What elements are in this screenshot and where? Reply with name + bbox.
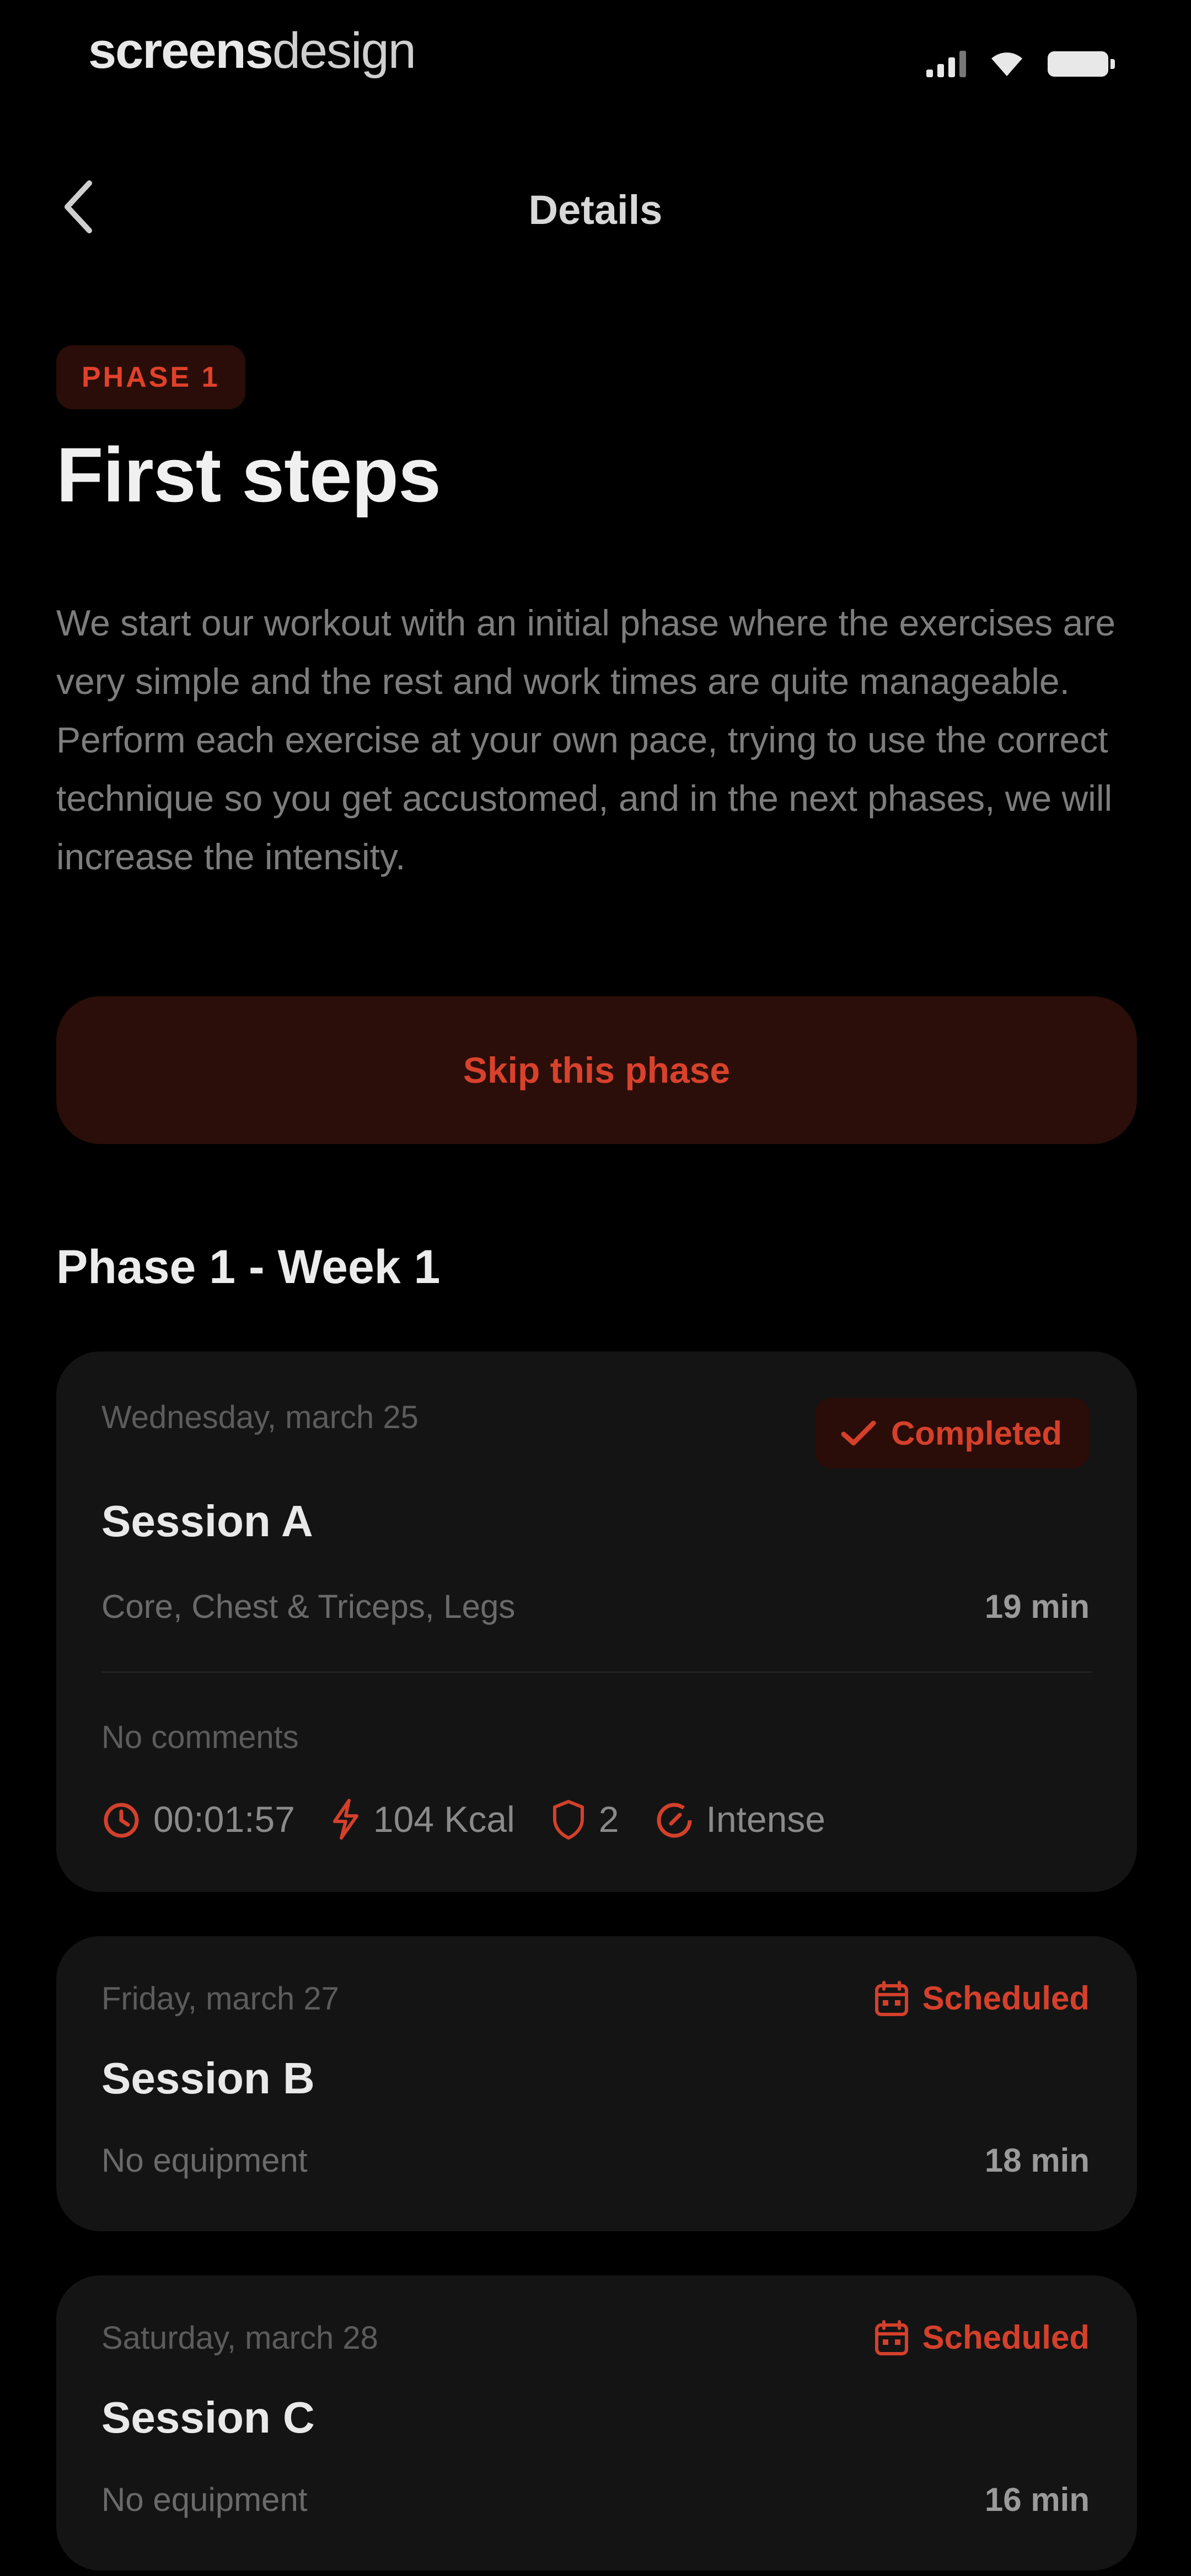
status-badge: Scheduled: [874, 1979, 1090, 2017]
phase-title: First steps: [56, 431, 441, 518]
status-label: Scheduled: [922, 1980, 1090, 2017]
wifi-icon: [991, 52, 1022, 76]
timer-icon: [104, 1803, 139, 1838]
session-date: Saturday, march 28: [101, 2320, 378, 2356]
page-title: Details: [528, 187, 663, 233]
stat-intensity-value: Intense: [706, 1799, 826, 1840]
brand-logo: screensdesign: [88, 22, 416, 80]
status-badge: Completed: [814, 1398, 1090, 1468]
stat-count-value: 2: [598, 1799, 619, 1840]
brand-light: design: [272, 23, 416, 79]
session-name: Session C: [101, 2393, 315, 2442]
battery-icon: [1048, 51, 1115, 77]
stat-count: 2: [550, 1798, 619, 1840]
check-icon: [841, 1420, 876, 1446]
session-duration: 18 min: [984, 2142, 1090, 2179]
phase-badge: PHASE 1: [56, 345, 245, 409]
status-badge: Scheduled: [874, 2318, 1090, 2356]
week-title: Phase 1 - Week 1: [56, 1241, 441, 1294]
gauge-icon: [657, 1803, 691, 1838]
stat-time-value: 00:01:57: [153, 1799, 295, 1840]
session-card[interactable]: Wednesday, march 25 Completed Session A …: [56, 1351, 1137, 1892]
shield-icon: [552, 1800, 584, 1840]
session-date: Friday, march 27: [101, 1981, 339, 2017]
session-date: Wednesday, march 25: [101, 1399, 419, 1435]
phase-description: We start our workout with an initial pha…: [56, 602, 1116, 877]
signal-icon: [926, 51, 966, 77]
session-subtitle: No equipment: [101, 2481, 308, 2518]
brand-bold: screens: [88, 23, 273, 79]
session-name: Session A: [101, 1497, 313, 1546]
stat-kcal: 104 Kcal: [330, 1798, 515, 1840]
skip-phase-button[interactable]: Skip this phase: [56, 996, 1137, 1144]
session-duration: 16 min: [984, 2481, 1090, 2518]
session-card[interactable]: Saturday, march 28 Scheduled Session C N…: [56, 2275, 1137, 2570]
session-comments: No comments: [101, 1719, 299, 1755]
calendar-icon: [875, 1980, 908, 2016]
status-label: Completed: [890, 1414, 1062, 1452]
stat-kcal-value: 104 Kcal: [373, 1799, 515, 1840]
session-stats: 00:01:57 104 Kcal 2 Intense: [101, 1798, 825, 1840]
session-name: Session B: [101, 2054, 315, 2103]
stat-time: 00:01:57: [101, 1798, 295, 1840]
divider: [101, 1671, 1092, 1673]
session-subtitle: Core, Chest & Triceps, Legs: [101, 1588, 516, 1625]
stat-intensity: Intense: [654, 1798, 826, 1840]
session-card[interactable]: Friday, march 27 Scheduled Session B No …: [56, 1936, 1137, 2231]
session-subtitle: No equipment: [101, 2142, 308, 2179]
lightning-icon: [332, 1799, 358, 1840]
session-duration: 19 min: [984, 1588, 1090, 1625]
status-icons: [926, 51, 1115, 77]
calendar-icon: [875, 2320, 908, 2355]
status-label: Scheduled: [922, 2319, 1090, 2356]
